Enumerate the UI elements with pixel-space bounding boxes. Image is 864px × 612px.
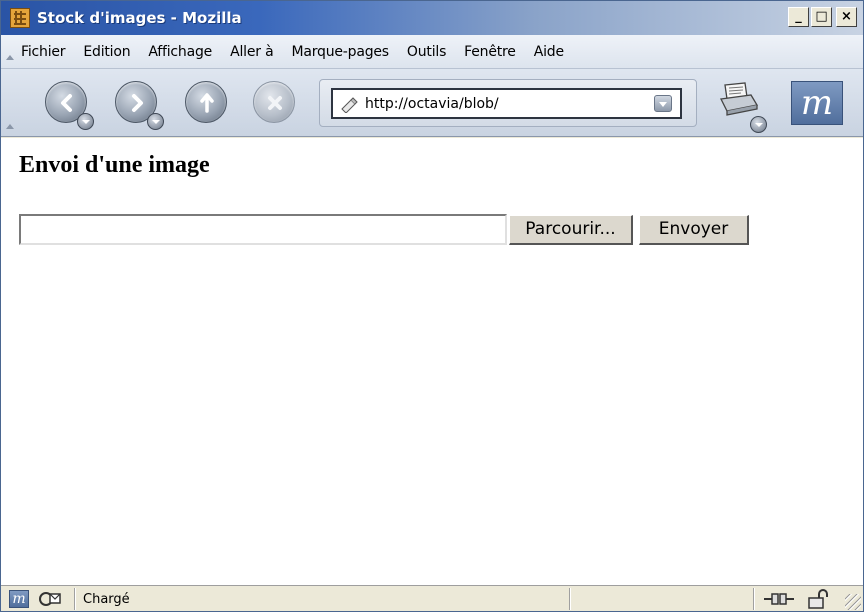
- minimize-button[interactable]: _: [788, 7, 809, 27]
- mozilla-component-icon[interactable]: m: [9, 590, 29, 608]
- menu-bar: Fichier Edition Affichage Aller à Marque…: [1, 35, 863, 69]
- print-dropdown[interactable]: [750, 116, 767, 133]
- menu-aide[interactable]: Aide: [525, 44, 573, 60]
- browser-window: Stock d'images - Mozilla _ □ × Fichier E…: [0, 0, 864, 612]
- menu-edition[interactable]: Edition: [74, 44, 139, 60]
- print-button[interactable]: [717, 81, 767, 133]
- url-text: http://octavia/blob/: [365, 95, 499, 112]
- menubar-collapse-grip[interactable]: [1, 35, 14, 68]
- stop-button[interactable]: [253, 81, 295, 123]
- mail-component-icon[interactable]: [38, 590, 62, 608]
- status-text: Chargé: [83, 591, 130, 607]
- app-icon[interactable]: [10, 8, 30, 28]
- status-separator-2: [569, 588, 570, 610]
- status-separator: [74, 588, 75, 610]
- stop-icon: [268, 96, 282, 110]
- menu-fenetre[interactable]: Fenêtre: [455, 44, 525, 60]
- file-path-input[interactable]: [19, 214, 507, 245]
- page-heading: Envoi d'une image: [19, 152, 210, 178]
- reload-button[interactable]: [185, 81, 227, 123]
- menu-fichier[interactable]: Fichier: [13, 44, 74, 60]
- browse-button[interactable]: Parcourir...: [509, 215, 633, 245]
- mozilla-throbber-logo[interactable]: m: [791, 81, 843, 125]
- url-history-dropdown[interactable]: [654, 95, 672, 112]
- title-bar[interactable]: Stock d'images - Mozilla _ □ ×: [1, 1, 863, 35]
- toolbar-collapse-grip[interactable]: [1, 69, 14, 137]
- url-bar-container: http://octavia/blob/: [319, 79, 697, 127]
- menu-outils[interactable]: Outils: [398, 44, 455, 60]
- security-lock-icon[interactable]: [807, 589, 831, 609]
- print-icon: [720, 82, 759, 116]
- status-bar: m Chargé: [1, 585, 863, 611]
- url-input[interactable]: http://octavia/blob/: [331, 88, 682, 119]
- back-button[interactable]: [45, 81, 94, 130]
- page-proxy-icon[interactable]: [339, 95, 359, 114]
- page-content: Envoi d'une image Parcourir... Envoyer: [1, 138, 863, 585]
- close-button[interactable]: ×: [836, 7, 857, 27]
- back-icon: [61, 94, 72, 112]
- reload-icon: [200, 93, 214, 113]
- navigation-toolbar: http://octavia/blob/ m: [1, 69, 863, 137]
- window-title: Stock d'images - Mozilla: [37, 9, 242, 27]
- forward-history-dropdown[interactable]: [147, 113, 164, 130]
- resize-grip[interactable]: [845, 594, 861, 610]
- back-history-dropdown[interactable]: [77, 113, 94, 130]
- menu-aller[interactable]: Aller à: [221, 44, 282, 60]
- maximize-button[interactable]: □: [811, 7, 832, 27]
- submit-button[interactable]: Envoyer: [639, 215, 749, 245]
- status-separator-3: [753, 588, 754, 610]
- window-controls: _ □ ×: [788, 7, 857, 27]
- menu-marque-pages[interactable]: Marque-pages: [282, 44, 397, 60]
- menu-affichage[interactable]: Affichage: [139, 44, 221, 60]
- online-connection-icon[interactable]: [763, 590, 795, 608]
- forward-icon: [132, 94, 143, 112]
- forward-button[interactable]: [115, 81, 164, 130]
